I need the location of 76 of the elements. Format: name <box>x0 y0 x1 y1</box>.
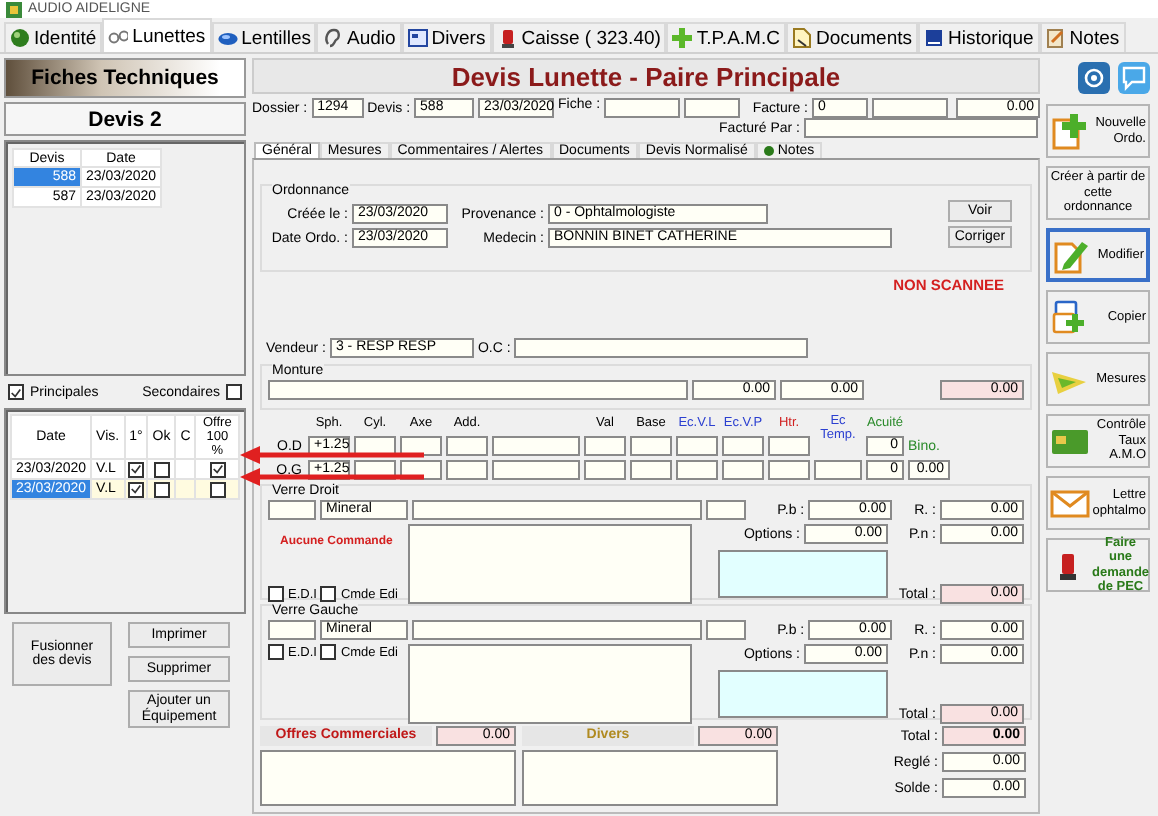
tab[interactable]: T.P.A.M.C <box>666 22 786 52</box>
checkbox[interactable] <box>127 481 144 497</box>
checkbox[interactable] <box>320 644 337 660</box>
input-field[interactable] <box>412 500 702 520</box>
input-field[interactable] <box>584 460 626 480</box>
speech-bubble-icon <box>1120 64 1148 92</box>
list-box[interactable] <box>260 750 516 806</box>
glasses-icon <box>108 26 129 46</box>
dot-icon <box>763 146 774 156</box>
checkbox[interactable] <box>226 384 242 400</box>
list-box[interactable] <box>522 750 778 806</box>
plus-icon <box>672 28 693 48</box>
input-field[interactable] <box>492 436 580 456</box>
checkbox[interactable] <box>153 461 170 477</box>
tab[interactable]: Caisse ( 323.40) <box>491 22 667 52</box>
input-field[interactable] <box>722 436 764 456</box>
input-field[interactable] <box>354 436 396 456</box>
book-icon <box>924 28 945 48</box>
input-field[interactable] <box>268 380 688 400</box>
input-field[interactable] <box>446 460 488 480</box>
input-field[interactable] <box>400 436 442 456</box>
ear-icon <box>322 28 343 48</box>
window-icon <box>407 28 428 48</box>
document-icon <box>791 28 812 48</box>
input-field[interactable] <box>676 460 718 480</box>
checkbox[interactable] <box>209 481 226 497</box>
sms-button[interactable] <box>1118 62 1150 94</box>
copy-icon <box>1050 297 1090 337</box>
input-field[interactable] <box>684 98 741 118</box>
input-field[interactable] <box>706 620 746 640</box>
document-plus-icon <box>1050 111 1090 151</box>
checkbox[interactable] <box>127 461 144 477</box>
text-area[interactable] <box>408 644 692 724</box>
form-title: Devis Lunette - Paire Principale <box>252 58 1040 94</box>
lamp-icon <box>497 28 518 48</box>
checkbox[interactable] <box>8 384 24 400</box>
input-field[interactable] <box>446 436 488 456</box>
panel-subtitle: Devis 2 <box>4 102 246 136</box>
checkbox[interactable] <box>320 586 337 602</box>
input-field[interactable] <box>768 460 810 480</box>
tab[interactable]: Identité <box>4 22 103 52</box>
circle-icon <box>10 28 30 48</box>
email-button[interactable] <box>1078 62 1110 94</box>
input-field[interactable] <box>630 436 672 456</box>
tab[interactable]: Historique <box>918 22 1040 52</box>
panel-header: Fiches Techniques <box>4 58 246 98</box>
input-field[interactable] <box>706 500 746 520</box>
input-field[interactable] <box>630 460 672 480</box>
input-field[interactable] <box>514 338 809 358</box>
app-icon <box>6 1 22 17</box>
checkbox[interactable] <box>268 644 284 660</box>
tab[interactable]: Documents <box>785 22 919 52</box>
input-field[interactable] <box>604 98 681 118</box>
at-sign-icon <box>1080 64 1108 92</box>
checkbox[interactable] <box>209 461 226 477</box>
tab[interactable]: Audio <box>316 22 402 52</box>
input-field[interactable] <box>412 620 702 640</box>
input-field[interactable] <box>872 98 948 118</box>
input-field[interactable] <box>268 620 316 640</box>
input-field[interactable] <box>768 436 810 456</box>
input-field[interactable] <box>722 460 764 480</box>
tab[interactable]: Lunettes <box>102 18 212 52</box>
input-field[interactable] <box>268 500 316 520</box>
input-field[interactable] <box>814 460 862 480</box>
checkbox[interactable] <box>153 481 170 497</box>
input-field[interactable] <box>492 460 580 480</box>
input-field[interactable] <box>804 118 1038 138</box>
text-area[interactable] <box>408 524 692 604</box>
notepad-icon <box>1045 28 1066 48</box>
tab[interactable]: Notes <box>1039 22 1126 52</box>
input-field[interactable] <box>676 436 718 456</box>
tab[interactable]: Lentilles <box>211 22 317 52</box>
checkbox[interactable] <box>268 586 284 602</box>
lens-icon <box>217 28 238 48</box>
tab[interactable]: Divers <box>401 22 492 52</box>
input-field[interactable] <box>584 436 626 456</box>
